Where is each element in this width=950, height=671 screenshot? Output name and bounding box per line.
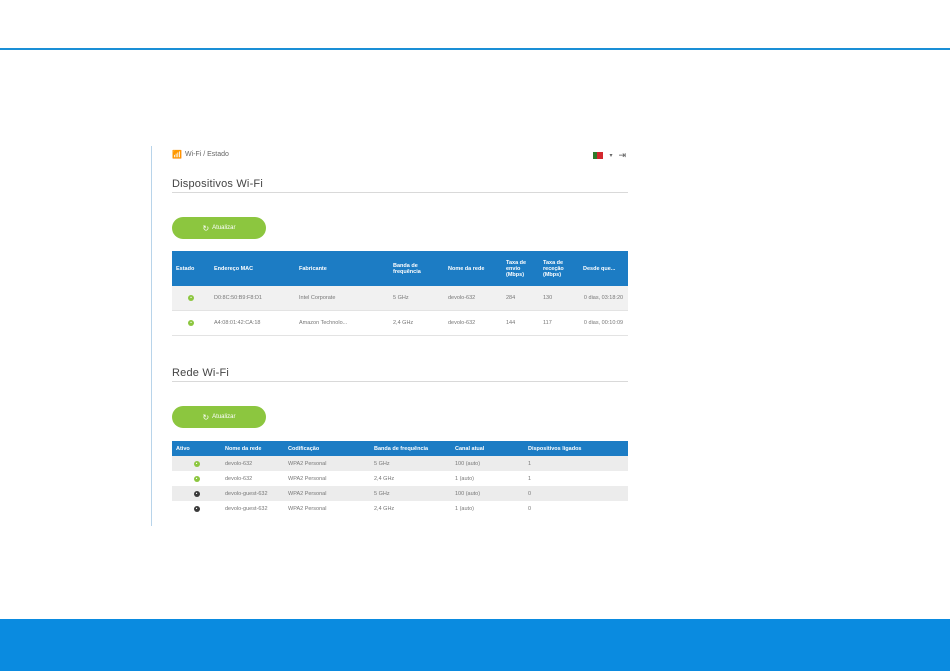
footer-band — [0, 619, 950, 671]
ssid-cell: devolo-632 — [444, 310, 502, 336]
active-toggle-icon[interactable]: • — [193, 460, 200, 467]
band-cell: 5 GHz — [370, 456, 451, 471]
channel-cell: 100 (auto) — [451, 486, 524, 501]
breadcrumb: 📶 Wi-Fi / Estado — [172, 150, 229, 159]
mac-cell: A4:08:01:42:CA:18 — [210, 310, 295, 336]
devices-cell: 1 — [528, 475, 532, 482]
mac-cell: D0:8C:50:B9:F8:D1 — [210, 286, 295, 311]
ssid-cell: devolo-632 — [444, 286, 502, 311]
encoding-cell: WPA2 Personal — [288, 475, 327, 482]
rx-cell: 130 — [539, 286, 579, 311]
top-rule — [0, 48, 950, 50]
networks-table: Ativo Nome da rede Codificação Banda de … — [172, 441, 628, 516]
ssid-cell: devolo-guest-632 — [221, 486, 284, 501]
ssid-cell: devolo-guest-632 — [225, 505, 268, 512]
channel-cell: 1 (auto) — [455, 475, 474, 482]
table-row: • devolo-guest-632 WPA2 Personal 5 GHz 1… — [172, 486, 628, 501]
refresh-icon: ↻ — [202, 223, 210, 233]
networks-title: Rede Wi-Fi — [172, 367, 230, 379]
table-row: • D0:8C:50:B9:F8:D1 Intel Corporate 5 GH… — [172, 286, 628, 311]
band-cell: 5 GHz — [370, 486, 451, 501]
chevron-down-icon[interactable]: ▾ — [609, 152, 612, 159]
vendor-cell: Amazon Technolo... — [295, 310, 389, 336]
col-header[interactable]: Nome da rede — [221, 441, 284, 456]
band-cell: 2,4 GHz — [374, 475, 395, 482]
vendor-cell: Intel Corporate — [295, 286, 389, 311]
devices-refresh-button[interactable]: ↻ Atualizar — [172, 217, 266, 239]
divider — [172, 381, 628, 382]
table-row: • devolo-632 WPA2 Personal 2,4 GHz 1 (au… — [172, 471, 628, 486]
encoding-cell: WPA2 Personal — [284, 456, 370, 471]
table-header-row: Estado Endereço MAC Fabricante Banda de … — [172, 251, 628, 286]
col-header[interactable]: Taxa de receção (Mbps) — [539, 251, 579, 286]
encoding-cell: WPA2 Personal — [284, 486, 370, 501]
col-header[interactable]: Ativo — [172, 441, 221, 456]
divider — [172, 192, 628, 193]
header-actions: ▾ ⇥ — [593, 150, 626, 161]
table-row: • devolo-632 WPA2 Personal 5 GHz 100 (au… — [172, 456, 628, 471]
breadcrumb-text[interactable]: Wi-Fi / Estado — [185, 151, 229, 158]
table-row: • devolo-guest-632 WPA2 Personal 2,4 GHz… — [172, 501, 628, 516]
col-header[interactable]: Canal atual — [451, 441, 524, 456]
active-toggle-icon[interactable]: • — [193, 475, 200, 482]
rx-cell: 117 — [539, 310, 579, 336]
col-header[interactable]: Banda de frequência — [389, 251, 444, 286]
tx-cell: 284 — [502, 286, 539, 311]
col-header[interactable]: Endereço MAC — [210, 251, 295, 286]
refresh-icon: ↻ — [202, 412, 210, 422]
tx-cell: 144 — [502, 310, 539, 336]
ssid-cell: devolo-632 — [221, 456, 284, 471]
channel-cell: 1 (auto) — [455, 505, 474, 512]
devices-table: Estado Endereço MAC Fabricante Banda de … — [172, 251, 628, 336]
connected-status-icon: • — [188, 295, 194, 301]
ssid-cell: devolo-632 — [225, 475, 253, 482]
col-header[interactable]: Fabricante — [295, 251, 389, 286]
col-header[interactable]: Codificação — [284, 441, 370, 456]
col-header[interactable]: Nome da rede — [444, 251, 502, 286]
devices-cell: 1 — [524, 456, 628, 471]
devices-title: Dispositivos Wi-Fi — [172, 178, 263, 190]
wifi-status-panel: 📶 Wi-Fi / Estado ▾ ⇥ Dispositivos Wi-Fi … — [151, 146, 630, 526]
col-header[interactable]: Taxa de envio (Mbps) — [502, 251, 539, 286]
refresh-label: Atualizar — [212, 414, 236, 420]
table-header-row: Ativo Nome da rede Codificação Banda de … — [172, 441, 628, 456]
inactive-toggle-icon[interactable]: • — [193, 490, 200, 497]
col-header[interactable]: Dispositivos ligados — [524, 441, 628, 456]
band-cell: 2,4 GHz — [389, 310, 444, 336]
devices-cell: 0 — [524, 486, 628, 501]
connected-status-icon: • — [188, 320, 194, 326]
inactive-toggle-icon[interactable]: • — [193, 505, 200, 512]
devices-cell: 0 — [528, 505, 532, 512]
col-header[interactable]: Banda de frequência — [370, 441, 451, 456]
channel-cell: 100 (auto) — [451, 456, 524, 471]
table-row: • A4:08:01:42:CA:18 Amazon Technolo... 2… — [172, 310, 628, 336]
portugal-flag-icon[interactable] — [593, 152, 604, 159]
band-cell: 2,4 GHz — [374, 505, 395, 512]
refresh-label: Atualizar — [212, 225, 236, 231]
band-cell: 5 GHz — [389, 286, 444, 311]
col-header[interactable]: Estado — [172, 251, 210, 286]
since-cell: 0 dias, 00:10:09 — [579, 310, 628, 336]
encoding-cell: WPA2 Personal — [288, 505, 327, 512]
since-cell: 0 dias, 03:18:20 — [579, 286, 628, 311]
networks-refresh-button[interactable]: ↻ Atualizar — [172, 406, 266, 428]
wifi-icon: 📶 — [172, 150, 182, 159]
logout-icon[interactable]: ⇥ — [618, 150, 626, 161]
col-header[interactable]: Desde que... — [579, 251, 628, 286]
